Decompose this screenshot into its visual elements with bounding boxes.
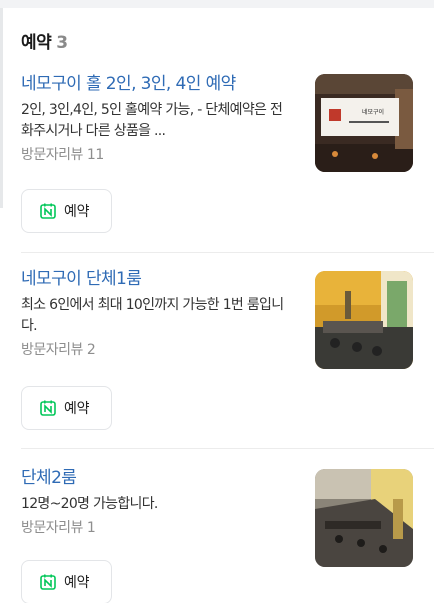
review-number: 11 [86, 147, 104, 163]
booking-item: 네모구이 홀 2인, 3인, 4인 예약 2인, 3인,4인, 5인 홀예약 가… [21, 72, 413, 172]
booking-item-description: 12명~20명 가능합니다. [21, 496, 158, 512]
naver-booking-calendar-icon [40, 203, 56, 219]
booking-item-description: 2인, 3인,4인, 5인 홀예약 가능, - 단체예약은 전화주시거나 다른 … [21, 102, 283, 139]
reserve-button[interactable]: 예약 [21, 189, 112, 233]
booking-item-thumbnail[interactable] [315, 469, 413, 567]
booking-item: 단체2룸 12명~20명 가능합니다. 방문자리뷰 1 [21, 466, 413, 567]
booking-item-thumbnail[interactable] [315, 271, 413, 369]
review-label: 방문자리뷰 [21, 520, 83, 536]
booking-item-description: 최소 6인에서 최대 10인까지 가능한 1번 룸입니다. [21, 297, 284, 334]
reserve-button-label: 예약 [64, 204, 90, 220]
item-divider [21, 448, 434, 449]
booking-item: 네모구이 단체1룸 최소 6인에서 최대 10인까지 가능한 1번 룸입니다. … [21, 267, 413, 369]
reserve-button-label: 예약 [64, 575, 90, 591]
section-count: 3 [56, 33, 69, 53]
scroll-edge [0, 8, 3, 208]
section-title: 예약 [21, 33, 52, 53]
naver-booking-calendar-icon [40, 574, 56, 590]
booking-item-thumbnail[interactable]: 네모구이 [315, 74, 413, 172]
review-label: 방문자리뷰 [21, 147, 83, 163]
review-number: 2 [86, 342, 96, 358]
reserve-button[interactable]: 예약 [21, 560, 112, 603]
booking-section: 예약 3 네모구이 홀 2인, 3인, 4인 예약 2인, 3인,4인, 5인 … [0, 8, 434, 603]
reserve-button[interactable]: 예약 [21, 386, 112, 430]
review-label: 방문자리뷰 [21, 342, 83, 358]
item-divider [21, 252, 434, 253]
section-header: 예약 3 [21, 28, 68, 54]
review-number: 1 [86, 520, 96, 536]
thumb-sign-text: 네모구이 [362, 108, 384, 116]
reserve-button-label: 예약 [64, 401, 90, 417]
naver-booking-calendar-icon [40, 400, 56, 416]
